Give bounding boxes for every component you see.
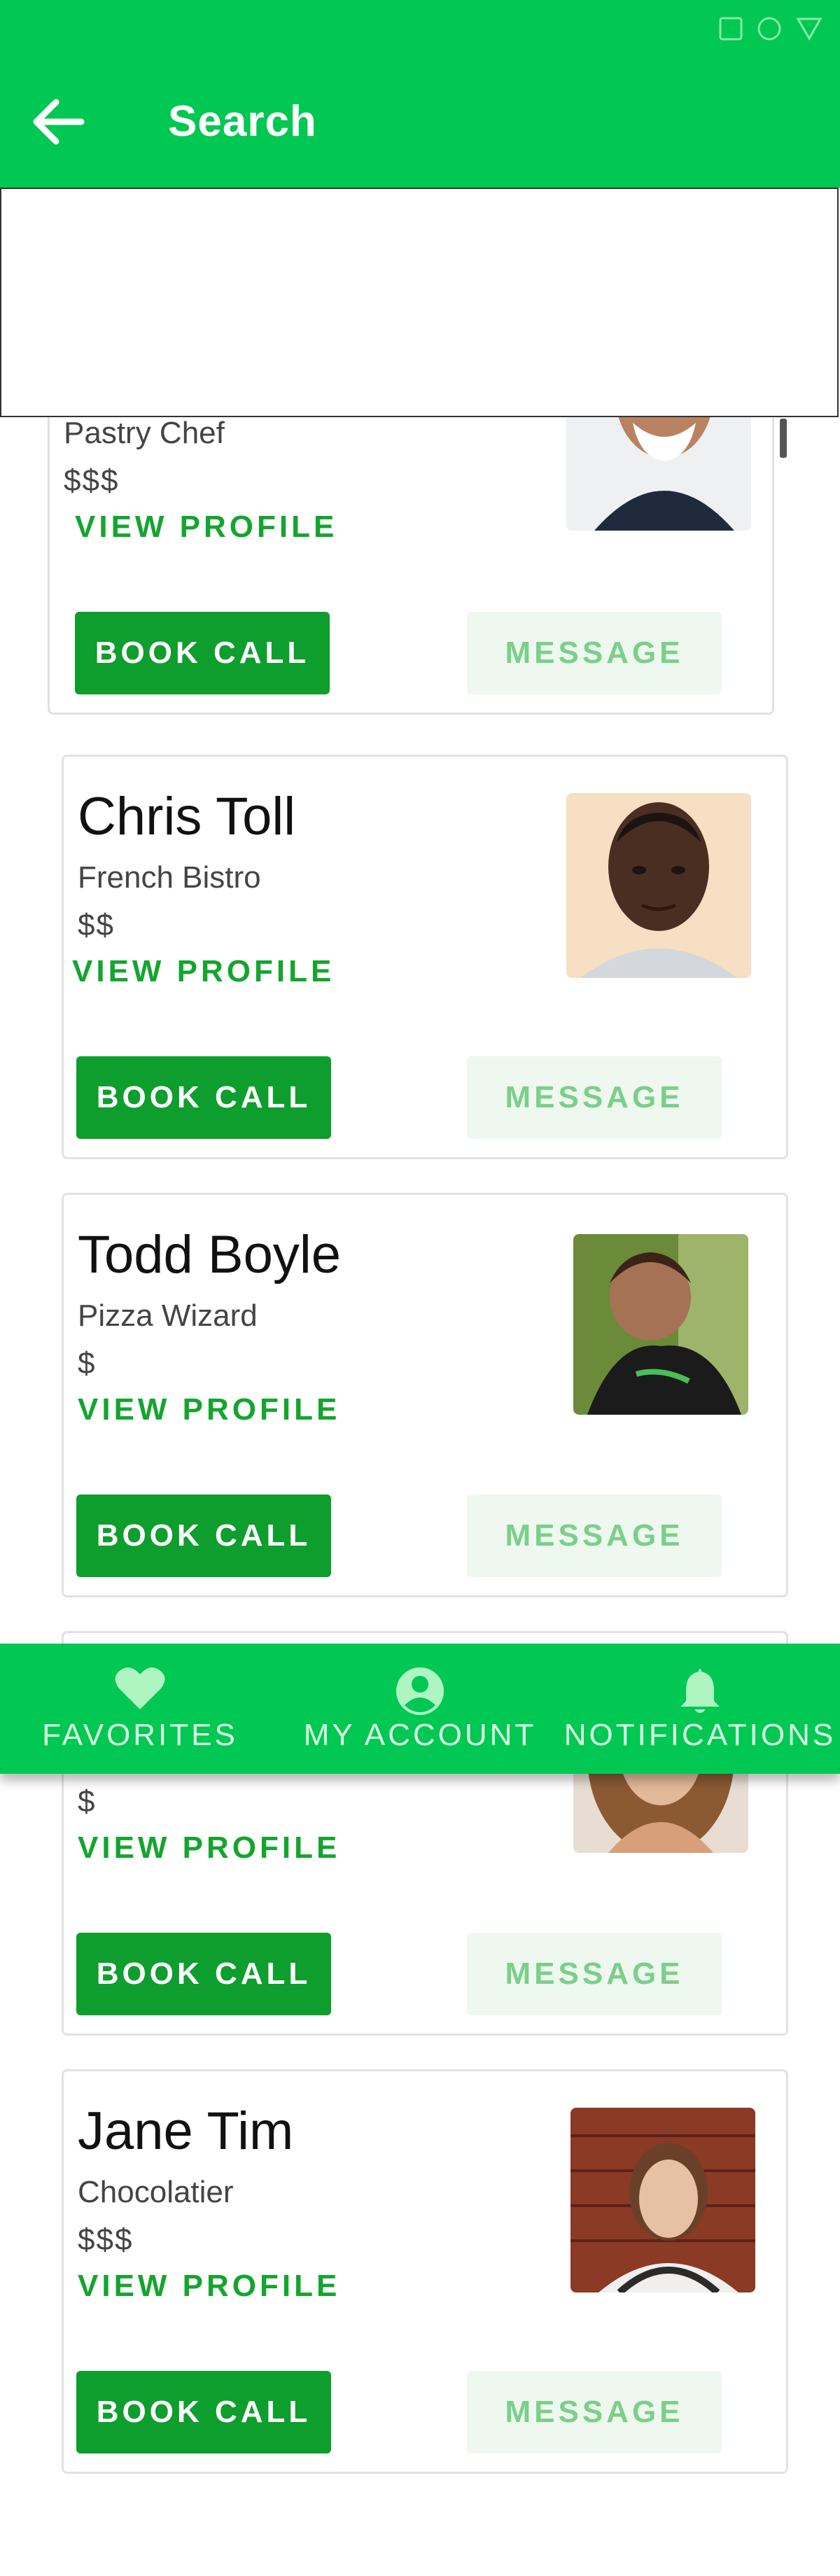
scrollbar[interactable] [780, 419, 787, 458]
chef-specialty: French Bistro [78, 860, 261, 895]
view-profile-link[interactable]: VIEW PROFILE [75, 510, 337, 545]
chef-photo [566, 793, 751, 978]
message-button[interactable]: MESSAGE [467, 2371, 722, 2454]
book-call-button[interactable]: BOOK CALL [76, 2371, 331, 2454]
message-button[interactable]: MESSAGE [467, 1056, 722, 1139]
nav-favorites[interactable]: FAVORITES [0, 1644, 280, 1774]
chef-price: $ [78, 1346, 97, 1380]
chef-card: Todd Boyle Pizza Wizard $ VIEW PROFILE B… [62, 1193, 788, 1597]
chef-price: $ [78, 1784, 97, 1819]
chef-price: $$ [78, 908, 115, 942]
back-button[interactable] [25, 88, 92, 155]
chef-price: $$$ [64, 463, 120, 498]
chef-name: Todd Boyle [78, 1225, 342, 1284]
square-icon [719, 17, 743, 41]
circle-icon [757, 17, 781, 41]
heart-icon [115, 1667, 165, 1709]
chef-specialty: Pastry Chef [64, 416, 225, 450]
app-bar: Search [0, 0, 840, 188]
book-call-button[interactable]: BOOK CALL [76, 1494, 331, 1577]
bell-icon [680, 1669, 720, 1713]
book-call-button[interactable]: BOOK CALL [76, 1056, 331, 1139]
view-profile-link[interactable]: VIEW PROFILE [78, 2269, 340, 2304]
search-panel[interactable] [0, 188, 839, 417]
system-nav-icons [718, 15, 823, 42]
book-call-button[interactable]: BOOK CALL [75, 612, 330, 694]
account-circle-icon [396, 1667, 444, 1715]
message-button[interactable]: MESSAGE [467, 612, 722, 694]
message-button[interactable]: MESSAGE [467, 1494, 722, 1577]
nav-notifications[interactable]: NOTIFICATIONS [560, 1644, 840, 1774]
chef-specialty: Chocolatier [78, 2175, 234, 2209]
chef-price: $$$ [78, 2222, 134, 2257]
nav-label: NOTIFICATIONS [564, 1718, 836, 1752]
nav-label: MY ACCOUNT [303, 1718, 537, 1752]
chef-specialty: Pizza Wizard [78, 1298, 258, 1333]
chef-photo [570, 2108, 755, 2292]
message-button[interactable]: MESSAGE [467, 1933, 722, 2015]
arrow-left-icon [33, 99, 85, 145]
chef-name: Jane Tim [78, 2101, 294, 2161]
chef-name: Chris Toll [78, 787, 296, 846]
view-profile-link[interactable]: VIEW PROFILE [78, 1830, 340, 1865]
view-profile-link[interactable]: VIEW PROFILE [72, 954, 335, 989]
book-call-button[interactable]: BOOK CALL [76, 1933, 331, 2015]
chef-card: Chris Toll French Bistro $$ VIEW PROFILE… [62, 755, 788, 1159]
view-profile-link[interactable]: VIEW PROFILE [78, 1392, 340, 1427]
triangle-icon [796, 18, 822, 41]
page-title: Search [168, 97, 317, 146]
chef-card: Jane Tim Chocolatier $$$ VIEW PROFILE BO… [62, 2069, 788, 2474]
nav-label: FAVORITES [42, 1718, 238, 1752]
bottom-nav: FAVORITES MY ACCOUNT NOTIFICATIONS [0, 1644, 840, 1774]
chef-photo [573, 1234, 748, 1415]
nav-my-account[interactable]: MY ACCOUNT [280, 1644, 560, 1774]
